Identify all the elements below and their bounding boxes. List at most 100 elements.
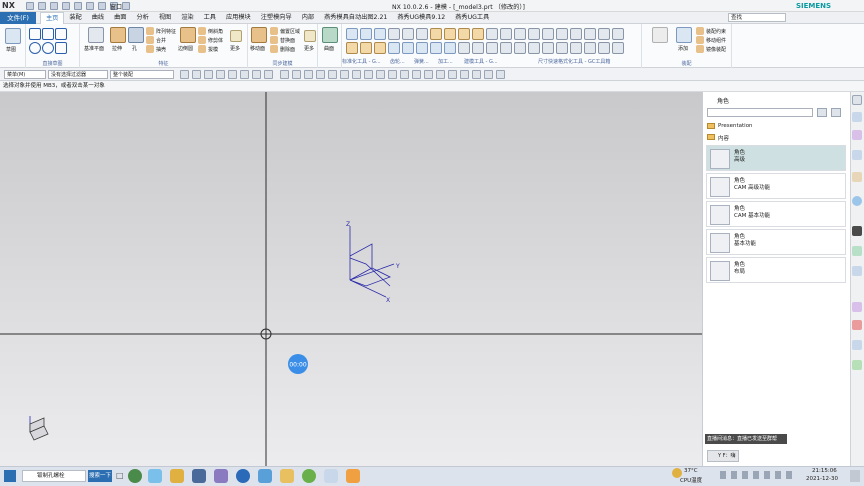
app-icon-8[interactable] — [302, 469, 316, 483]
copy-icon[interactable] — [74, 2, 82, 10]
tab-yanxiu-mold[interactable]: 燕秀UG模具9.12 — [392, 12, 450, 24]
select-toolbar-icon-8[interactable] — [264, 70, 273, 79]
replace-face-icon[interactable] — [270, 36, 278, 44]
selection-scope-select[interactable]: 整个装配 — [110, 70, 174, 79]
nx-taskbar-icon[interactable] — [346, 469, 360, 483]
shell-icon[interactable] — [146, 45, 154, 53]
network-icon[interactable] — [764, 471, 770, 479]
history-icon[interactable] — [852, 246, 862, 256]
command-search-input[interactable]: 查找 — [728, 13, 786, 22]
refresh-icon[interactable] — [817, 108, 827, 117]
gc-tool-icon-23[interactable] — [458, 42, 470, 54]
tray-icon-1[interactable] — [731, 471, 737, 479]
tray-icon-3[interactable] — [753, 471, 759, 479]
plus-icon[interactable] — [55, 42, 67, 54]
roles-icon[interactable] — [852, 340, 862, 350]
gc-tool-icon-25[interactable] — [486, 42, 498, 54]
gc-tool-icon-5[interactable] — [486, 28, 498, 40]
gc-tool-icon-14[interactable] — [612, 28, 624, 40]
taskbar-search-input[interactable]: 钣制孔螺栓 — [22, 470, 86, 482]
constraint-navigator-icon[interactable] — [852, 130, 862, 140]
gc-tool-icon-7[interactable] — [514, 28, 526, 40]
tab-assembly[interactable]: 装配 — [64, 12, 86, 24]
polyline-icon[interactable] — [55, 28, 67, 40]
gc-tool-icon-22[interactable] — [444, 42, 456, 54]
chat-pill[interactable]: Y F：嗨 — [707, 450, 739, 462]
app-icon-9[interactable] — [324, 469, 338, 483]
save-icon[interactable] — [26, 2, 34, 10]
line-icon[interactable] — [29, 28, 41, 40]
role-card-advanced[interactable]: 角色 高级 — [706, 145, 846, 171]
add-component-icon[interactable] — [676, 27, 692, 43]
rectangle-icon[interactable] — [42, 28, 54, 40]
role-card-cam-basic[interactable]: 角色 CAM 基本功能 — [706, 201, 846, 227]
gc-tool-icon-11[interactable] — [570, 28, 582, 40]
tray-chevron-icon[interactable] — [720, 471, 726, 479]
gc-machining-icon[interactable] — [388, 28, 400, 40]
assembly-constraint-icon[interactable] — [696, 27, 704, 35]
part-navigator-icon[interactable] — [852, 150, 862, 160]
undo-icon[interactable] — [38, 2, 46, 10]
gc-tool-icon-21[interactable] — [430, 42, 442, 54]
cut-icon[interactable] — [62, 2, 70, 10]
tab-view[interactable]: 视图 — [154, 12, 176, 24]
snap-icon-18[interactable] — [484, 70, 493, 79]
app-icon-4[interactable] — [192, 469, 206, 483]
notification-icon[interactable] — [850, 470, 860, 482]
role-card-layout[interactable]: 角色 布局 — [706, 257, 846, 283]
window-switch-icon[interactable] — [122, 2, 130, 10]
ime-icon[interactable] — [786, 471, 792, 479]
move-component-icon[interactable] — [696, 36, 704, 44]
gc-tool-icon-3[interactable] — [458, 28, 470, 40]
role-card-essentials[interactable]: 角色 基本功能 — [706, 229, 846, 255]
hole-icon[interactable] — [128, 27, 144, 43]
snap-icon-6[interactable] — [340, 70, 349, 79]
gc-standard-icon[interactable] — [346, 28, 358, 40]
snap-icon-3[interactable] — [304, 70, 313, 79]
tray-icon-2[interactable] — [742, 471, 748, 479]
arc-icon[interactable] — [29, 42, 41, 54]
snap-icon-5[interactable] — [328, 70, 337, 79]
trim-body-icon[interactable] — [198, 36, 206, 44]
gc-tool-icon-34[interactable] — [612, 42, 624, 54]
gc-tool-icon-29[interactable] — [542, 42, 554, 54]
assembly-navigator-icon[interactable] — [852, 112, 862, 122]
snap-icon-4[interactable] — [316, 70, 325, 79]
edge-blend-icon[interactable] — [180, 27, 196, 43]
graphics-window[interactable]: Z Y X 00:00 — [0, 92, 702, 466]
tab-surface[interactable]: 曲面 — [109, 12, 131, 24]
file-explorer-icon[interactable] — [280, 469, 294, 483]
tab-internal[interactable]: 内部 — [297, 12, 319, 24]
snap-icon-16[interactable] — [460, 70, 469, 79]
clock-date[interactable]: 2021-12-30 — [806, 476, 838, 482]
snap-icon-11[interactable] — [400, 70, 409, 79]
move-face-icon[interactable] — [251, 27, 267, 43]
gc-tool-icon-1[interactable] — [430, 28, 442, 40]
type-filter-select[interactable]: 没有选择过滤器 — [48, 70, 108, 79]
tab-curve[interactable]: 曲线 — [87, 12, 109, 24]
tab-tools[interactable]: 工具 — [199, 12, 221, 24]
delete-face-icon[interactable] — [270, 45, 278, 53]
offset-region-icon[interactable] — [270, 27, 278, 35]
app-icon-7[interactable] — [258, 469, 272, 483]
gc-tool-icon-32[interactable] — [584, 42, 596, 54]
gc-gear-icon[interactable] — [360, 28, 372, 40]
gc-spring-icon[interactable] — [374, 28, 386, 40]
sketch-icon[interactable] — [5, 28, 21, 44]
gc-dimension-icon[interactable] — [416, 28, 428, 40]
tab-render[interactable]: 渲染 — [176, 12, 198, 24]
more-features-icon[interactable] — [230, 30, 242, 42]
gc-tool-icon-18[interactable] — [388, 42, 400, 54]
snap-icon-10[interactable] — [388, 70, 397, 79]
system-scenes-icon[interactable] — [852, 360, 862, 370]
task-view-icon[interactable]: □ — [116, 470, 124, 482]
menu-button[interactable]: 菜单(M) — [4, 70, 46, 79]
gc-tool-icon-31[interactable] — [570, 42, 582, 54]
folder-presentation[interactable]: Presentation — [718, 123, 753, 129]
gc-tool-icon-28[interactable] — [528, 42, 540, 54]
web-browser-icon[interactable] — [852, 196, 862, 206]
mirror-assembly-icon[interactable] — [696, 45, 704, 53]
snap-icon-12[interactable] — [412, 70, 421, 79]
gc-tool-icon-8[interactable] — [528, 28, 540, 40]
select-toolbar-icon-5[interactable] — [228, 70, 237, 79]
